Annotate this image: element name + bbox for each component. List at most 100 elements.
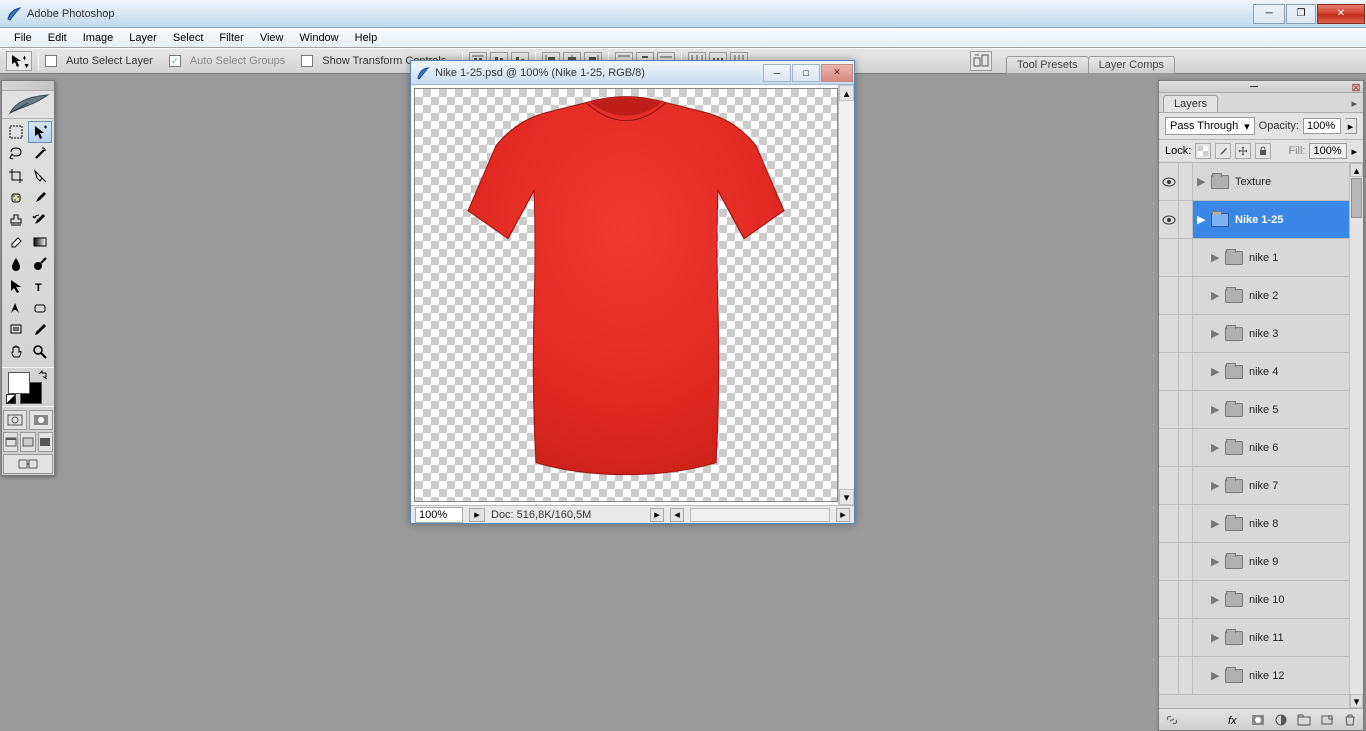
doc-horizontal-scrollbar[interactable]: [690, 508, 830, 522]
quickmask-mode-icon[interactable]: [29, 410, 53, 430]
panel-header[interactable]: ─ ⊠: [1159, 81, 1363, 93]
notes-tool[interactable]: [4, 319, 28, 341]
hand-tool[interactable]: [4, 341, 28, 363]
screenmode-full-icon[interactable]: [38, 432, 53, 452]
layer-expand-icon[interactable]: ▶: [1197, 175, 1205, 188]
lasso-tool[interactable]: [4, 143, 28, 165]
layer-link-cell[interactable]: [1179, 619, 1193, 656]
layer-expand-icon[interactable]: ▶: [1211, 555, 1219, 568]
layer-link-cell[interactable]: [1179, 467, 1193, 504]
layer-row[interactable]: ▶ nike 4: [1159, 353, 1363, 391]
layer-link-cell[interactable]: [1179, 315, 1193, 352]
brush-tool[interactable]: [28, 187, 52, 209]
layer-row[interactable]: ▶ nike 1: [1159, 239, 1363, 277]
layer-expand-icon[interactable]: ▶: [1211, 403, 1219, 416]
layer-expand-icon[interactable]: ▶: [1211, 631, 1219, 644]
layer-visibility-icon[interactable]: [1159, 467, 1179, 504]
layer-row[interactable]: ▶ nike 11: [1159, 619, 1363, 657]
link-layers-icon[interactable]: [1162, 712, 1182, 728]
blend-mode-select[interactable]: Pass Through ▾: [1165, 117, 1255, 135]
opacity-field[interactable]: 100%: [1303, 118, 1341, 134]
layer-row[interactable]: ▶Texture: [1159, 163, 1363, 201]
layer-expand-icon[interactable]: ▶: [1211, 517, 1219, 530]
layer-visibility-icon[interactable]: [1159, 429, 1179, 466]
layer-name[interactable]: nike 11: [1249, 632, 1284, 644]
toolbox-grip[interactable]: [2, 81, 54, 91]
layer-name[interactable]: nike 1: [1249, 252, 1278, 264]
layers-scroll-thumb[interactable]: [1351, 178, 1362, 218]
layer-visibility-icon[interactable]: [1159, 657, 1179, 694]
new-layer-icon[interactable]: [1317, 712, 1337, 728]
layer-row[interactable]: ▶ nike 8: [1159, 505, 1363, 543]
layer-name[interactable]: nike 7: [1249, 480, 1278, 492]
auto-select-layer-checkbox[interactable]: [45, 55, 57, 67]
imageready-icon[interactable]: [3, 454, 53, 474]
layer-name[interactable]: nike 8: [1249, 518, 1278, 530]
window-maximize-button[interactable]: ❐: [1286, 4, 1316, 24]
layer-visibility-icon[interactable]: [1159, 543, 1179, 580]
layer-visibility-icon[interactable]: [1159, 163, 1179, 200]
opacity-slider-icon[interactable]: ▸: [1345, 118, 1357, 134]
doc-maximize-button[interactable]: □: [792, 64, 820, 82]
layers-scroll-down-icon[interactable]: ▾: [1350, 694, 1363, 708]
lock-position-icon[interactable]: [1235, 143, 1251, 159]
layer-visibility-icon[interactable]: [1159, 581, 1179, 618]
pen-tool[interactable]: [4, 297, 28, 319]
doc-vertical-scrollbar[interactable]: ▴ ▾: [838, 85, 854, 505]
layer-name[interactable]: nike 12: [1249, 670, 1284, 682]
type-tool[interactable]: T: [28, 275, 52, 297]
layer-link-cell[interactable]: [1179, 391, 1193, 428]
layer-mask-icon[interactable]: [1248, 712, 1268, 728]
default-colors-icon[interactable]: [6, 394, 16, 404]
layer-visibility-icon[interactable]: [1159, 391, 1179, 428]
layer-expand-icon[interactable]: ▶: [1211, 441, 1219, 454]
layer-link-cell[interactable]: [1179, 277, 1193, 314]
eraser-tool[interactable]: [4, 231, 28, 253]
panel-minimize-icon[interactable]: ─: [1244, 81, 1264, 92]
blur-tool[interactable]: [4, 253, 28, 275]
layer-expand-icon[interactable]: ▶: [1211, 327, 1219, 340]
layer-row[interactable]: ▶nike 2: [1159, 277, 1363, 315]
menu-image[interactable]: Image: [75, 30, 122, 46]
layer-link-cell[interactable]: [1179, 505, 1193, 542]
wand-tool[interactable]: [28, 143, 52, 165]
panel-close-icon[interactable]: ⊠: [1349, 81, 1363, 92]
lock-pixels-icon[interactable]: [1215, 143, 1231, 159]
new-group-icon[interactable]: [1294, 712, 1314, 728]
tab-layer-comps[interactable]: Layer Comps: [1088, 56, 1175, 74]
layer-expand-icon[interactable]: ▶: [1211, 289, 1219, 302]
crop-tool[interactable]: [4, 165, 28, 187]
layer-link-cell[interactable]: [1179, 353, 1193, 390]
layer-row[interactable]: ▶nike 6: [1159, 429, 1363, 467]
layer-visibility-icon[interactable]: [1159, 277, 1179, 314]
move-tool[interactable]: [28, 121, 52, 143]
menu-layer[interactable]: Layer: [121, 30, 165, 46]
layer-visibility-icon[interactable]: [1159, 619, 1179, 656]
layer-expand-icon[interactable]: ▶: [1211, 479, 1219, 492]
delete-layer-icon[interactable]: [1340, 712, 1360, 728]
layer-visibility-icon[interactable]: [1159, 505, 1179, 542]
layer-expand-icon[interactable]: ▶: [1211, 251, 1219, 264]
dodge-tool[interactable]: [28, 253, 52, 275]
swap-colors-icon[interactable]: [38, 370, 48, 383]
lock-transparent-icon[interactable]: [1195, 143, 1211, 159]
layer-name[interactable]: nike 10: [1249, 594, 1284, 606]
eyedropper-tool[interactable]: [28, 319, 52, 341]
status-popup-icon[interactable]: ▸: [650, 508, 664, 522]
menu-window[interactable]: Window: [292, 30, 347, 46]
show-transform-checkbox[interactable]: [301, 55, 313, 67]
color-swatches[interactable]: [4, 370, 52, 404]
layer-name[interactable]: nike 4: [1249, 366, 1278, 378]
marquee-tool[interactable]: [4, 121, 28, 143]
history-brush-tool[interactable]: [28, 209, 52, 231]
hscroll-right-icon[interactable]: ▸: [836, 508, 850, 522]
layer-row[interactable]: ▶ nike 7: [1159, 467, 1363, 505]
layer-expand-icon[interactable]: ▶: [1211, 365, 1219, 378]
layer-visibility-icon[interactable]: [1159, 315, 1179, 352]
layer-row[interactable]: ▶nike 12: [1159, 657, 1363, 695]
screenmode-fullmenu-icon[interactable]: [20, 432, 35, 452]
screenmode-standard-icon[interactable]: [3, 432, 18, 452]
layer-link-cell[interactable]: [1179, 239, 1193, 276]
layer-expand-icon[interactable]: ▶: [1197, 213, 1205, 226]
layers-tab[interactable]: Layers: [1163, 95, 1218, 112]
